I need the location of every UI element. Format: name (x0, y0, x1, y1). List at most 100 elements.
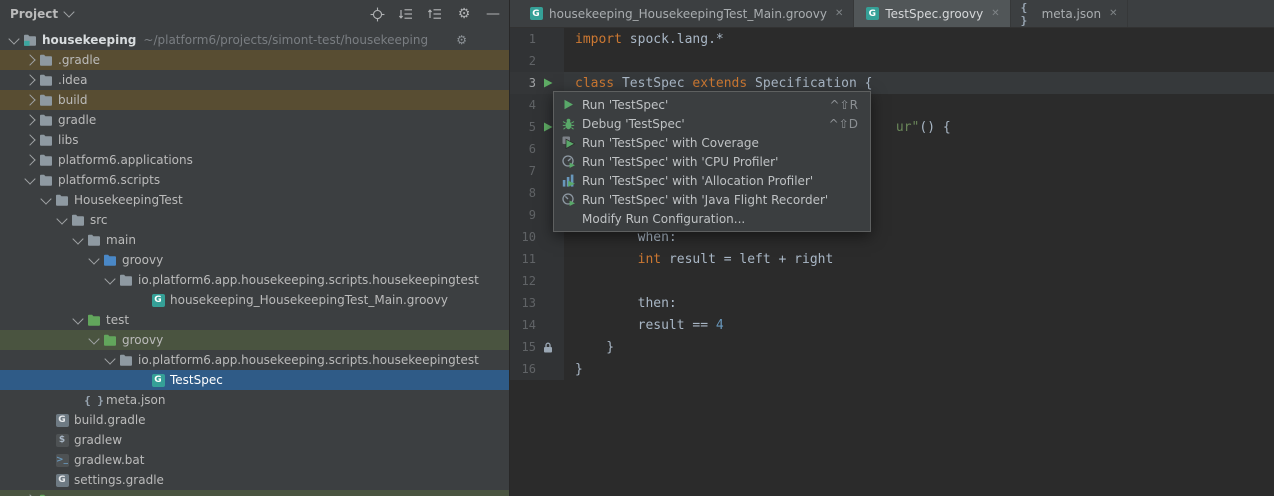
tree-item-main[interactable]: main (0, 230, 509, 250)
tree-item-label: housekeeping (42, 33, 136, 47)
code-token: result == (575, 318, 716, 333)
run-icon (560, 99, 577, 110)
menu-item-run-testspec-with-java-flight-recorder[interactable]: Run 'TestSpec' with 'Java Flight Recorde… (554, 190, 870, 209)
tree-item-platform6-scripts[interactable]: platform6.scripts (0, 170, 509, 190)
code-line-11[interactable]: 11 int result = left + right (510, 248, 1274, 270)
tree-item-idea[interactable]: .idea (0, 70, 509, 90)
tree-item-groovy[interactable]: groovy (0, 250, 509, 270)
tree-item-housekeeping[interactable]: housekeeping~/platform6/projects/simont-… (0, 30, 509, 50)
collapse-all-icon[interactable] (427, 6, 443, 22)
chevron-down-icon[interactable] (86, 258, 102, 263)
gutter: 12 (510, 270, 564, 292)
chevron-right-icon[interactable] (22, 96, 38, 104)
module-settings-icon: ⚙ (456, 33, 467, 47)
folder-icon (70, 214, 86, 227)
tree-item-gradle[interactable]: .gradle (0, 50, 509, 70)
json-icon: { } (86, 394, 102, 407)
tree-item-libs[interactable]: libs (0, 130, 509, 150)
code-line-15[interactable]: 15 } (510, 336, 1274, 358)
close-icon[interactable]: ✕ (1109, 8, 1117, 19)
locate-icon[interactable] (369, 6, 385, 22)
chevron-down-icon[interactable] (102, 358, 118, 363)
tree-item-label: platform6.scripts (58, 173, 160, 187)
menu-item-run-testspec-with-coverage[interactable]: Run 'TestSpec' with Coverage (554, 133, 870, 152)
close-icon[interactable]: ✕ (835, 8, 843, 19)
menu-item-modify-run-configuration[interactable]: Modify Run Configuration... (554, 209, 870, 228)
chevron-right-icon[interactable] (22, 76, 38, 84)
menu-item-run-testspec-with-cpu-profiler[interactable]: Run 'TestSpec' with 'CPU Profiler' (554, 152, 870, 171)
folder-icon (38, 174, 54, 187)
run-test-icon[interactable] (536, 78, 560, 88)
line-number: 15 (510, 340, 536, 354)
gutter: 14 (510, 314, 564, 336)
code-line-1[interactable]: 1import spock.lang.* (510, 28, 1274, 50)
menu-item-label: Run 'TestSpec' with Coverage (582, 136, 759, 150)
chevron-right-icon[interactable] (22, 56, 38, 64)
tree-item-label: gradle (58, 113, 96, 127)
close-icon[interactable]: ✕ (991, 8, 999, 19)
tree-item-housekeepingtest[interactable]: HousekeepingTest (0, 190, 509, 210)
tab-housekeeping-housekeepingtest-main-groov[interactable]: Ghousekeeping_HousekeepingTest_Main.groo… (518, 0, 854, 27)
code-line-16[interactable]: 16} (510, 358, 1274, 380)
tree-item-io-platform6-app-housekeeping-scripts-ho[interactable]: io.platform6.app.housekeeping.scripts.ho… (0, 350, 509, 370)
menu-item-run-testspec-with-allocation-profiler[interactable]: Run 'TestSpec' with 'Allocation Profiler… (554, 171, 870, 190)
tree-item-gradlew[interactable]: $gradlew (0, 430, 509, 450)
tab-testspec-groovy[interactable]: GTestSpec.groovy✕ (854, 0, 1010, 27)
folder-icon (86, 234, 102, 247)
tree-item-housekeeping-housekeepingtest-main-groov[interactable]: Ghousekeeping_HousekeepingTest_Main.groo… (0, 290, 509, 310)
code-line-13[interactable]: 13 then: (510, 292, 1274, 314)
chevron-down-icon[interactable] (70, 238, 86, 243)
tab-meta-json[interactable]: { }meta.json✕ (1011, 0, 1129, 27)
menu-item-run-testspec[interactable]: Run 'TestSpec'^⇧R (554, 95, 870, 114)
tree-item-platform6-applications[interactable]: platform6.applications (0, 150, 509, 170)
chevron-down-icon[interactable] (6, 38, 22, 43)
code-line-14[interactable]: 14 result == 4 (510, 314, 1274, 336)
gradle-icon: G (54, 414, 70, 427)
chevron-down-icon[interactable] (70, 318, 86, 323)
tree-item-settings-gradle[interactable]: Gsettings.gradle (0, 470, 509, 490)
folder-icon (54, 194, 70, 207)
expand-all-icon[interactable] (398, 6, 414, 22)
profiler-icon (560, 155, 577, 168)
tree-item-gradlew-bat[interactable]: >_gradlew.bat (0, 450, 509, 470)
chevron-right-icon[interactable] (22, 136, 38, 144)
menu-item-label: Debug 'TestSpec' (582, 117, 685, 131)
tree-item-build[interactable]: build (0, 90, 509, 110)
tree-item-test[interactable]: test (0, 310, 509, 330)
code-text: then: (564, 296, 677, 311)
tree-item-groovy[interactable]: groovy (0, 330, 509, 350)
chevron-down-icon[interactable] (54, 218, 70, 223)
chevron-down-icon[interactable] (86, 338, 102, 343)
code-token: int (638, 252, 669, 267)
ide-window: Project ⚙ — housekeeping~/platform6/proje… (0, 0, 1274, 496)
chevron-down-icon[interactable] (38, 198, 54, 203)
line-number: 2 (510, 54, 536, 68)
tree-item[interactable] (0, 490, 509, 496)
tree-item-testspec[interactable]: GTestSpec (0, 370, 509, 390)
tree-item-build-gradle[interactable]: Gbuild.gradle (0, 410, 509, 430)
chevron-down-icon[interactable] (22, 178, 38, 183)
chevron-right-icon[interactable] (22, 116, 38, 124)
script-icon: $ (54, 434, 70, 447)
menu-item-debug-testspec[interactable]: Debug 'TestSpec'^⇧D (554, 114, 870, 133)
line-number: 9 (510, 208, 536, 222)
project-view-selector[interactable]: Project (10, 7, 73, 21)
tree-item-label: libs (58, 133, 79, 147)
code-line-12[interactable]: 12 (510, 270, 1274, 292)
code-token: then: (575, 296, 677, 311)
tree-item-io-platform6-app-housekeeping-scripts-ho[interactable]: io.platform6.app.housekeeping.scripts.ho… (0, 270, 509, 290)
tree-item-gradle[interactable]: gradle (0, 110, 509, 130)
tree-item-meta-json[interactable]: { }meta.json (0, 390, 509, 410)
code-line-2[interactable]: 2 (510, 50, 1274, 72)
code-token: extends (692, 76, 755, 91)
gutter: 15 (510, 336, 564, 358)
chevron-right-icon[interactable] (22, 156, 38, 164)
chevron-down-icon[interactable] (102, 278, 118, 283)
settings-icon[interactable]: ⚙ (456, 6, 472, 22)
bat-icon: >_ (54, 454, 70, 467)
editor-area: Ghousekeeping_HousekeepingTest_Main.groo… (510, 0, 1274, 496)
hide-icon[interactable]: — (485, 6, 501, 22)
gutter: 13 (510, 292, 564, 314)
tree-item-label: io.platform6.app.housekeeping.scripts.ho… (138, 353, 479, 367)
tree-item-src[interactable]: src (0, 210, 509, 230)
